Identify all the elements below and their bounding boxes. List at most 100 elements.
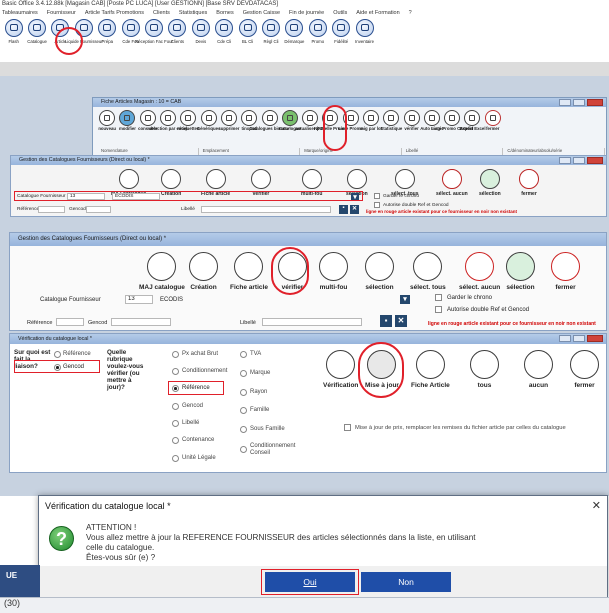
toolbar-button[interactable]: Cde Cli — [213, 19, 236, 65]
w1-button[interactable]: vérifier — [401, 110, 421, 150]
radio-gencod-field[interactable] — [172, 403, 179, 410]
radio-reference[interactable] — [54, 351, 61, 358]
clear-button[interactable]: ✕ — [395, 315, 407, 327]
toolbar-button[interactable]: Prépa — [96, 19, 119, 65]
w1-button[interactable]: Catalogues biosour — [249, 110, 290, 150]
toolbar-button[interactable]: Devis — [189, 19, 212, 65]
toolbar-button[interactable]: Clients — [166, 19, 189, 65]
w1-button[interactable]: Export Excel — [459, 110, 486, 150]
aucun-button[interactable]: aucun — [524, 350, 553, 389]
radio-libelle[interactable] — [172, 420, 179, 427]
maximize-button[interactable] — [573, 99, 585, 106]
close-button[interactable] — [587, 335, 603, 342]
toolbar-button[interactable]: Catalogue — [25, 19, 48, 65]
menu-item[interactable]: Statistiques — [179, 10, 207, 18]
menu-item[interactable]: Outils — [333, 10, 347, 18]
minimize-button[interactable] — [559, 335, 571, 342]
gencod-field[interactable] — [111, 318, 171, 326]
fiche-article-button[interactable]: Fiche article — [230, 252, 268, 291]
toolbar-button[interactable]: Flash — [2, 19, 25, 65]
menu-item[interactable]: Fournisseur — [47, 10, 76, 18]
catalogue-code-field[interactable]: 13 — [125, 295, 153, 304]
binoculars-button[interactable]: ▪ — [339, 205, 348, 214]
toolbar-button[interactable]: Fidélité — [329, 19, 352, 65]
excel-selection-button[interactable]: sélection — [479, 169, 501, 197]
radio-sous-famille[interactable] — [240, 426, 247, 433]
menu-item[interactable]: Gestion Caisse — [243, 10, 280, 18]
toolbar-button[interactable]: Promo — [306, 19, 329, 65]
w1-button[interactable]: modifier — [117, 110, 137, 150]
libelle-field[interactable] — [201, 206, 331, 213]
maximize-button[interactable] — [573, 335, 585, 342]
excel-selection-button[interactable]: sélection — [506, 252, 535, 291]
reference-field[interactable] — [56, 318, 84, 326]
catalogue-code-field[interactable]: 13 — [67, 193, 105, 200]
verification-button[interactable]: Vérification — [323, 350, 358, 389]
select-none-button[interactable]: sélect. aucun — [436, 169, 468, 197]
w1-button[interactable]: selection par excel — [149, 110, 187, 150]
reference-field[interactable] — [38, 206, 65, 213]
close-window-button[interactable]: fermer — [551, 252, 580, 291]
creation-button[interactable]: Création — [189, 252, 218, 291]
minimize-button[interactable] — [559, 157, 571, 164]
libelle-field[interactable] — [262, 318, 362, 326]
radio-famille[interactable] — [240, 407, 247, 414]
w1-button[interactable]: nouveau — [97, 110, 117, 150]
select-all-button[interactable]: sélect. tous — [391, 169, 419, 197]
menu-item[interactable]: Tableaumaires — [2, 10, 38, 18]
no-button[interactable]: Non — [361, 572, 451, 592]
toolbar-button[interactable]: Inventaire — [353, 19, 376, 65]
radio-conditionnement[interactable] — [172, 368, 179, 375]
minimize-button[interactable] — [559, 99, 571, 106]
highlight-circle — [271, 247, 309, 295]
fermer-button[interactable]: fermer — [570, 350, 599, 389]
select-none-button[interactable]: sélect. aucun — [459, 252, 500, 291]
radio-rayon[interactable] — [240, 389, 247, 396]
menu-item[interactable]: Bornes — [216, 10, 233, 18]
selection-button[interactable]: sélection — [365, 252, 394, 291]
radio-unite-legale[interactable] — [172, 455, 179, 462]
dropdown-button[interactable]: ▾ — [400, 295, 410, 304]
radio-contenance[interactable] — [172, 437, 179, 444]
toolbar-button[interactable]: Réception Fac Four — [135, 19, 173, 65]
close-window-button[interactable]: fermer — [519, 169, 539, 197]
clear-button[interactable]: ✕ — [350, 205, 359, 214]
maximize-button[interactable] — [573, 157, 585, 164]
w1-button[interactable]: Génériques — [197, 110, 220, 150]
dropdown-button[interactable]: ▾ — [351, 193, 359, 201]
radio-conditionnement-conseil[interactable] — [240, 446, 247, 453]
gencod-field[interactable] — [86, 206, 111, 213]
toolbar-button[interactable]: Démarque — [283, 19, 306, 65]
catalogue-name-field[interactable]: ECODIS — [112, 193, 160, 200]
select-all-button[interactable]: sélect. tous — [410, 252, 446, 291]
menu-item[interactable]: Fin de journée — [289, 10, 324, 18]
w1-button[interactable]: mig par lot — [360, 110, 382, 150]
autorise-double-checkbox[interactable] — [435, 306, 442, 313]
menu-item[interactable]: Aide et Formation — [356, 10, 399, 18]
radio-tva[interactable] — [240, 351, 247, 358]
toolbar-button[interactable]: BL Cli — [236, 19, 259, 65]
w1-button[interactable]: supprimer — [218, 110, 239, 150]
close-icon[interactable]: ✕ — [592, 499, 601, 512]
fiche-article-button[interactable]: Fiche Article — [411, 350, 450, 389]
menu-item[interactable]: ? — [409, 10, 412, 18]
tous-button[interactable]: tous — [470, 350, 499, 389]
garder-chrono-checkbox[interactable] — [374, 193, 380, 199]
multi-fou-button[interactable]: multi-fou — [319, 252, 348, 291]
w1-button[interactable]: fermer — [483, 110, 503, 150]
autorise-double-checkbox[interactable] — [374, 202, 380, 208]
w1-button[interactable]: rétiquettes — [177, 110, 199, 150]
radio-marque[interactable] — [240, 370, 247, 377]
binoculars-button[interactable]: ▪ — [380, 315, 392, 327]
garder-chrono-checkbox[interactable] — [435, 294, 442, 301]
close-icon — [484, 110, 501, 126]
w1-button[interactable]: Statistique — [380, 110, 402, 150]
toolbar-button[interactable]: Règl Cli — [259, 19, 282, 65]
radio-px-achat[interactable] — [172, 351, 179, 358]
close-button[interactable] — [587, 99, 603, 106]
menu-item[interactable]: Article Tarifs Promotions — [85, 10, 144, 18]
maj-catalogue-button[interactable]: MAJ catalogue — [139, 252, 185, 291]
maj-prix-checkbox[interactable] — [344, 424, 351, 431]
close-button[interactable] — [587, 157, 603, 164]
menu-item[interactable]: Clients — [153, 10, 170, 18]
